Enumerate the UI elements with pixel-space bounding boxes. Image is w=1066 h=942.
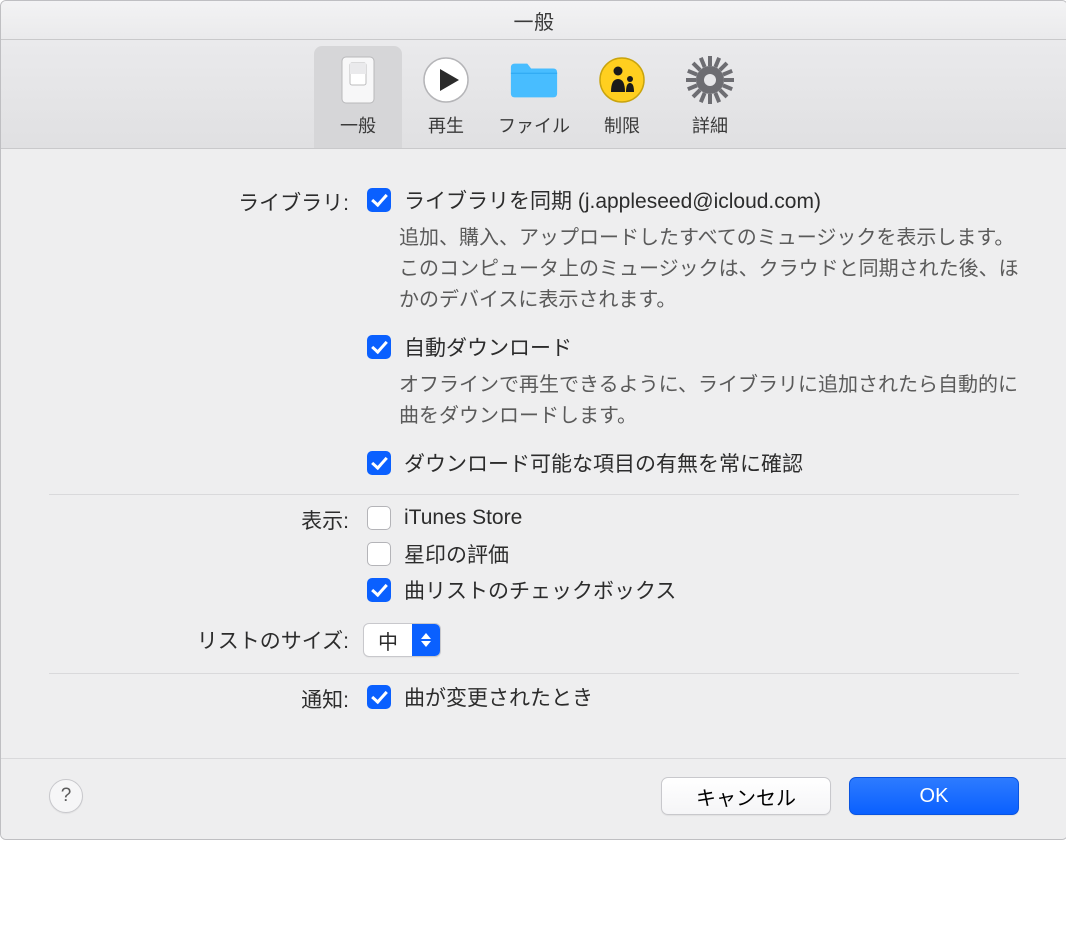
- tab-general[interactable]: 一般: [314, 46, 402, 148]
- list-size-label: リストのサイズ:: [49, 623, 349, 655]
- tab-label: ファイル: [498, 112, 570, 138]
- auto-download-description: オフラインで再生できるように、ライブラリに追加されたら自動的に曲をダウンロードし…: [399, 370, 1019, 432]
- select-arrows-icon: [412, 624, 440, 656]
- tab-label: 一般: [340, 112, 376, 138]
- notifications-label: 通知:: [49, 682, 349, 714]
- preferences-toolbar: 一般 再生 ファイル: [1, 40, 1066, 149]
- footer: ? キャンセル OK: [1, 758, 1066, 839]
- song-changes-checkbox[interactable]: [367, 685, 391, 709]
- library-label: ライブラリ:: [49, 185, 349, 217]
- preferences-window: 一般 一般 再生: [0, 0, 1066, 840]
- ok-button[interactable]: OK: [849, 777, 1019, 815]
- list-size-select[interactable]: 中: [363, 623, 441, 657]
- always-check-downloads-checkbox[interactable]: [367, 451, 391, 475]
- sync-library-description: 追加、購入、アップロードしたすべてのミュージックを表示します。このコンピュータ上…: [399, 223, 1019, 316]
- song-list-checkboxes-checkbox[interactable]: [367, 578, 391, 602]
- tab-restrictions[interactable]: 制限: [578, 46, 666, 148]
- section-display: 表示: iTunes Store 星印の評価 曲リストのチェックボックス: [49, 494, 1019, 673]
- tab-label: 制限: [604, 112, 640, 138]
- section-notifications: 通知: 曲が変更されたとき: [49, 673, 1019, 734]
- play-icon: [420, 54, 472, 106]
- auto-download-checkbox[interactable]: [367, 335, 391, 359]
- list-size-value: 中: [364, 626, 412, 655]
- display-label: 表示:: [49, 503, 349, 535]
- switch-icon: [332, 54, 384, 106]
- sync-library-label: ライブラリを同期 (j.appleseed@icloud.com): [404, 185, 821, 215]
- star-rating-checkbox[interactable]: [367, 542, 391, 566]
- parental-icon: [596, 54, 648, 106]
- tab-label: 詳細: [692, 112, 728, 138]
- section-library: ライブラリ: ライブラリを同期 (j.appleseed@icloud.com)…: [49, 177, 1019, 494]
- auto-download-label: 自動ダウンロード: [404, 332, 572, 362]
- itunes-store-label: iTunes Store: [404, 506, 522, 530]
- cancel-button[interactable]: キャンセル: [661, 777, 831, 815]
- folder-icon: [508, 54, 560, 106]
- star-rating-label: 星印の評価: [404, 539, 509, 569]
- title-text: 一般: [514, 6, 555, 35]
- window-title: 一般: [1, 1, 1066, 40]
- itunes-store-checkbox[interactable]: [367, 506, 391, 530]
- always-check-downloads-label: ダウンロード可能な項目の有無を常に確認: [404, 448, 803, 478]
- tab-playback[interactable]: 再生: [402, 46, 490, 148]
- help-button[interactable]: ?: [49, 779, 83, 813]
- tab-files[interactable]: ファイル: [490, 46, 578, 148]
- song-list-checkboxes-label: 曲リストのチェックボックス: [404, 575, 676, 605]
- preferences-content: ライブラリ: ライブラリを同期 (j.appleseed@icloud.com)…: [1, 149, 1066, 758]
- tab-advanced[interactable]: 詳細: [666, 46, 754, 148]
- sync-library-checkbox[interactable]: [367, 188, 391, 212]
- gear-icon: [684, 54, 736, 106]
- tab-label: 再生: [428, 112, 464, 138]
- song-changes-label: 曲が変更されたとき: [404, 682, 593, 712]
